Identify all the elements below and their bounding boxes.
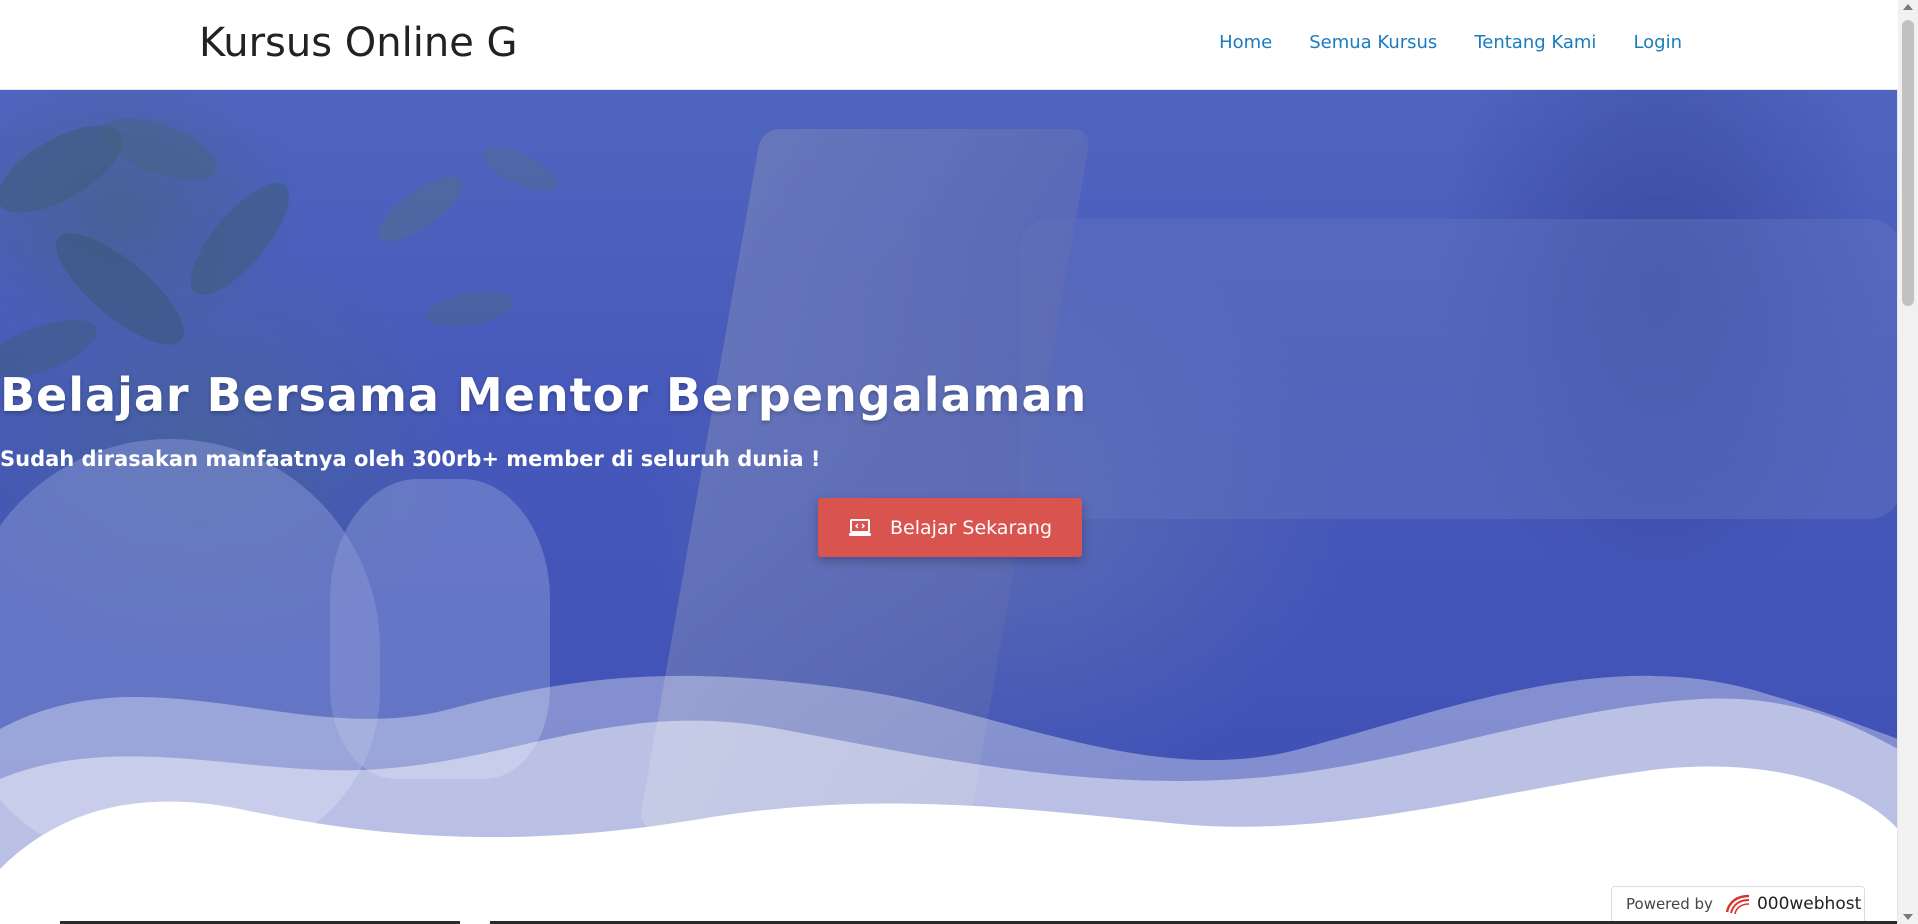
hero-title: Belajar Bersama Mentor Berpengalaman <box>0 368 1088 422</box>
scrollbar-thumb[interactable] <box>1902 20 1914 306</box>
hero-section: Belajar Bersama Mentor Berpengalaman Sud… <box>0 89 1898 924</box>
nav-link-tentang-kami[interactable]: Tentang Kami <box>1474 32 1596 53</box>
navbar: Kursus Online G Home Semua Kursus Tentan… <box>0 0 1898 90</box>
scroll-down-icon[interactable] <box>1903 914 1913 920</box>
000webhost-brand[interactable]: 000webhost <box>1723 892 1861 916</box>
nav-link-semua-kursus[interactable]: Semua Kursus <box>1309 32 1437 53</box>
brand-logo[interactable]: Kursus Online G <box>199 20 518 66</box>
scroll-up-icon[interactable] <box>1903 4 1913 10</box>
belajar-sekarang-button[interactable]: Belajar Sekarang <box>818 498 1082 557</box>
hero-subtitle: Sudah dirasakan manfaatnya oleh 300rb+ m… <box>0 447 821 471</box>
000webhost-label: 000webhost <box>1756 894 1862 914</box>
powered-by-badge[interactable]: Powered by 000webhost <box>1611 886 1865 922</box>
page-scrollbar[interactable] <box>1897 0 1918 924</box>
000webhost-logo-icon <box>1725 894 1749 915</box>
belajar-sekarang-label: Belajar Sekarang <box>889 516 1053 539</box>
laptop-icon <box>848 518 872 538</box>
nav-link-login[interactable]: Login <box>1633 32 1682 53</box>
page: Kursus Online G Home Semua Kursus Tentan… <box>0 0 1918 924</box>
powered-by-label: Powered by <box>1626 895 1713 913</box>
nav-link-home[interactable]: Home <box>1219 32 1272 53</box>
main-nav: Home Semua Kursus Tentang Kami Login <box>1182 32 1682 53</box>
